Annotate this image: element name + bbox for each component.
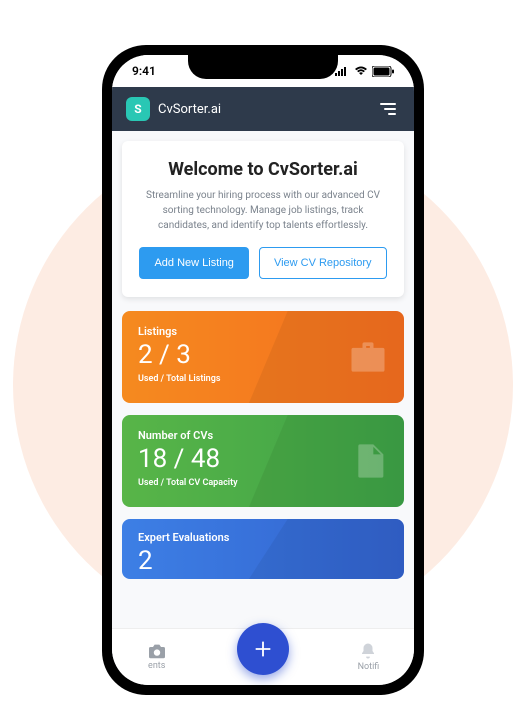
briefcase-icon (346, 335, 390, 379)
status-bar: 9:41 (112, 55, 414, 87)
fab-add-button[interactable] (237, 623, 289, 675)
welcome-description: Streamline your hiring process with our … (136, 188, 390, 233)
status-icons (335, 66, 394, 77)
notch (188, 55, 338, 79)
camera-icon (147, 643, 167, 659)
battery-icon (372, 66, 394, 77)
wifi-icon (354, 66, 368, 76)
listings-card[interactable]: Listings 2 / 3 Used / Total Listings (122, 311, 404, 403)
document-icon (350, 437, 390, 485)
nav-label-left: ents (148, 661, 165, 671)
app-header: S CvSorter.ai (112, 87, 414, 131)
plus-icon (252, 638, 274, 660)
add-new-listing-button[interactable]: Add New Listing (139, 247, 249, 279)
phone-frame: 9:41 S CvSorter.ai Welcome to CvSorter.a… (102, 45, 424, 695)
welcome-card: Welcome to CvSorter.ai Streamline your h… (122, 141, 404, 297)
welcome-title: Welcome to CvSorter.ai (136, 159, 390, 180)
status-time: 9:41 (132, 64, 156, 78)
bell-icon (359, 642, 377, 660)
brand-name: CvSorter.ai (158, 102, 221, 117)
cvs-card[interactable]: Number of CVs 18 / 48 Used / Total CV Ca… (122, 415, 404, 507)
nav-label-right: Notifi (358, 662, 380, 672)
evaluations-label: Expert Evaluations (138, 531, 388, 544)
phone-screen: 9:41 S CvSorter.ai Welcome to CvSorter.a… (112, 55, 414, 685)
stage: 9:41 S CvSorter.ai Welcome to CvSorter.a… (0, 0, 526, 701)
nav-item-right[interactable]: Notifi (358, 642, 380, 672)
nav-item-left[interactable]: ents (147, 643, 167, 671)
evaluations-card[interactable]: Expert Evaluations 2 (122, 519, 404, 579)
evaluations-value: 2 (138, 546, 388, 576)
signal-icon (335, 66, 350, 76)
main-content: Welcome to CvSorter.ai Streamline your h… (112, 131, 414, 671)
brand-logo-letter: S (134, 102, 141, 116)
welcome-buttons: Add New Listing View CV Repository (136, 247, 390, 279)
menu-icon[interactable] (376, 99, 400, 119)
brand[interactable]: S CvSorter.ai (126, 97, 221, 121)
brand-logo: S (126, 97, 150, 121)
view-cv-repository-button[interactable]: View CV Repository (259, 247, 387, 279)
